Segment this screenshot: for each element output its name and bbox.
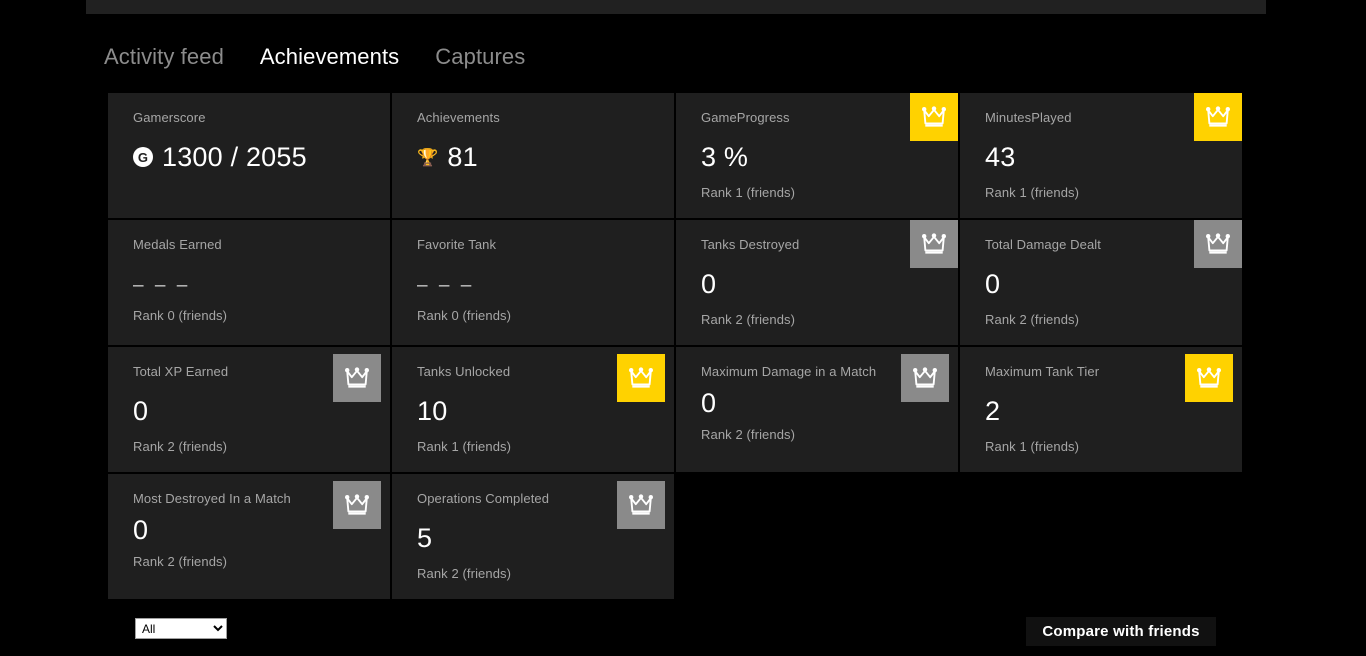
stat-tile-label: Most Destroyed In a Match bbox=[133, 491, 291, 506]
stat-tile-rank: Rank 0 (friends) bbox=[417, 308, 512, 323]
stat-tile-label: Operations Completed bbox=[417, 491, 550, 506]
stat-tile-value-text: 43 bbox=[985, 142, 1016, 172]
trophy-icon: 🏆 bbox=[417, 147, 439, 167]
crown-badge-silver bbox=[333, 481, 381, 529]
crown-badge-silver bbox=[901, 354, 949, 402]
crown-icon bbox=[912, 367, 938, 389]
stat-tile[interactable]: Most Destroyed In a Match 0 Rank 2 (friend… bbox=[108, 474, 390, 599]
stat-tile[interactable]: MinutesPlayed 43 Rank 1 (friends) bbox=[960, 93, 1242, 218]
stat-tile[interactable]: Maximum Damage in a Match 0 Rank 2 (friend… bbox=[676, 347, 958, 472]
crown-badge-silver bbox=[617, 481, 665, 529]
stat-tile-value-text: 81 bbox=[447, 142, 478, 172]
stat-tile[interactable]: Maximum Tank Tier 2 Rank 1 (friends) bbox=[960, 347, 1242, 472]
stat-tile-value-text: – – – bbox=[417, 275, 475, 296]
stat-tile-value-text: 3 % bbox=[701, 142, 749, 172]
stat-tile-label: Maximum Damage in a Match bbox=[701, 364, 877, 379]
crown-icon bbox=[344, 494, 370, 516]
stat-tile[interactable]: Gamerscore G 1300 / 2055 bbox=[108, 93, 390, 218]
stat-tile-value-text: – – – bbox=[133, 275, 191, 296]
crown-icon bbox=[1196, 367, 1222, 389]
achievements-page: Activity feed Achievements Captures Game… bbox=[0, 0, 1366, 656]
stats-grid: Gamerscore G 1300 / 2055 Achievements 🏆 81 Gam… bbox=[108, 93, 1242, 599]
stat-tile-rank: Rank 0 (friends) bbox=[133, 308, 228, 323]
stat-tile-rank: Rank 2 (friends) bbox=[701, 312, 796, 327]
stat-tile-rank: Rank 2 (friends) bbox=[985, 312, 1080, 327]
crown-icon bbox=[921, 233, 947, 255]
stat-tile[interactable]: Tanks Destroyed 0 Rank 2 (friends) bbox=[676, 220, 958, 345]
stat-tile-value-text: 0 bbox=[985, 269, 1001, 299]
stat-tile-value: – – – bbox=[133, 276, 376, 296]
stat-tile-value-text: 10 bbox=[417, 396, 448, 426]
stat-tile[interactable]: Total Damage Dealt 0 Rank 2 (friends) bbox=[960, 220, 1242, 345]
stat-tile-rank: Rank 2 (friends) bbox=[133, 554, 228, 569]
compare-with-friends-button[interactable]: Compare with friends bbox=[1026, 617, 1216, 646]
filter-select[interactable]: All bbox=[135, 618, 227, 639]
top-strip bbox=[86, 0, 1266, 14]
stat-tile-value-text: 0 bbox=[133, 396, 149, 426]
stat-tile-rank: Rank 1 (friends) bbox=[985, 439, 1080, 454]
stat-tile-value-text: 0 bbox=[701, 269, 717, 299]
tab-captures[interactable]: Captures bbox=[435, 40, 525, 74]
stat-tile-value: – – – bbox=[417, 276, 660, 296]
crown-badge-silver bbox=[910, 220, 958, 268]
stat-tile-label: Maximum Tank Tier bbox=[985, 364, 1100, 379]
stat-tile[interactable]: Achievements 🏆 81 bbox=[392, 93, 674, 218]
stat-tile[interactable]: GameProgress 3 % Rank 1 (friends) bbox=[676, 93, 958, 218]
stat-tile-value: 43 bbox=[985, 141, 1228, 173]
stat-tile-rank: Rank 2 (friends) bbox=[701, 427, 796, 442]
crown-badge-silver bbox=[1194, 220, 1242, 268]
stat-tile-label: GameProgress bbox=[701, 110, 790, 125]
stat-tile-label: Tanks Unlocked bbox=[417, 364, 511, 379]
crown-badge-silver bbox=[333, 354, 381, 402]
crown-badge-gold bbox=[1185, 354, 1233, 402]
stat-tile[interactable]: Operations Completed 5 Rank 2 (friends) bbox=[392, 474, 674, 599]
tab-achievements[interactable]: Achievements bbox=[260, 40, 399, 74]
stat-tile-value-text: 5 bbox=[417, 523, 433, 553]
crown-icon bbox=[628, 494, 654, 516]
tab-bar: Activity feed Achievements Captures bbox=[104, 40, 525, 74]
stat-tile-label: Total XP Earned bbox=[133, 364, 229, 379]
stat-tile-rank: Rank 2 (friends) bbox=[417, 566, 512, 581]
stat-tile[interactable]: Medals Earned – – – Rank 0 (friends) bbox=[108, 220, 390, 345]
stat-tile-label: MinutesPlayed bbox=[985, 110, 1072, 125]
crown-icon bbox=[1205, 106, 1231, 128]
stat-tile-label: Achievements bbox=[417, 110, 500, 125]
stat-tile-label: Medals Earned bbox=[133, 237, 222, 252]
stat-tile[interactable]: Total XP Earned 0 Rank 2 (friends) bbox=[108, 347, 390, 472]
stat-tile-rank: Rank 1 (friends) bbox=[417, 439, 512, 454]
stat-tile[interactable]: Tanks Unlocked 10 Rank 1 (friends) bbox=[392, 347, 674, 472]
gamerscore-g-icon: G bbox=[133, 147, 153, 167]
crown-badge-gold bbox=[617, 354, 665, 402]
crown-icon bbox=[628, 367, 654, 389]
stat-tile-value: G 1300 / 2055 bbox=[133, 141, 376, 173]
stat-tile-value: 🏆 81 bbox=[417, 141, 660, 173]
crown-icon bbox=[921, 106, 947, 128]
stat-tile-value-text: 0 bbox=[133, 515, 149, 545]
crown-badge-gold bbox=[910, 93, 958, 141]
stat-tile-label: Favorite Tank bbox=[417, 237, 497, 252]
stat-tile-rank: Rank 1 (friends) bbox=[985, 185, 1080, 200]
tab-activity-feed[interactable]: Activity feed bbox=[104, 40, 224, 74]
crown-icon bbox=[344, 367, 370, 389]
stat-tile-value-text: 1300 / 2055 bbox=[162, 142, 307, 172]
stat-tile-label: Tanks Destroyed bbox=[701, 237, 800, 252]
crown-badge-gold bbox=[1194, 93, 1242, 141]
stat-tile-value: 3 % bbox=[701, 141, 944, 173]
stat-tile-rank: Rank 2 (friends) bbox=[133, 439, 228, 454]
stat-tile-label: Total Damage Dealt bbox=[985, 237, 1101, 252]
stat-tile[interactable]: Favorite Tank – – – Rank 0 (friends) bbox=[392, 220, 674, 345]
stat-tile-value: 0 bbox=[701, 268, 944, 300]
stat-tile-label: Gamerscore bbox=[133, 110, 206, 125]
stat-tile-value-text: 0 bbox=[701, 388, 717, 418]
stat-tile-rank: Rank 1 (friends) bbox=[701, 185, 796, 200]
stat-tile-value-text: 2 bbox=[985, 396, 1001, 426]
stat-tile-value: 0 bbox=[985, 268, 1228, 300]
crown-icon bbox=[1205, 233, 1231, 255]
